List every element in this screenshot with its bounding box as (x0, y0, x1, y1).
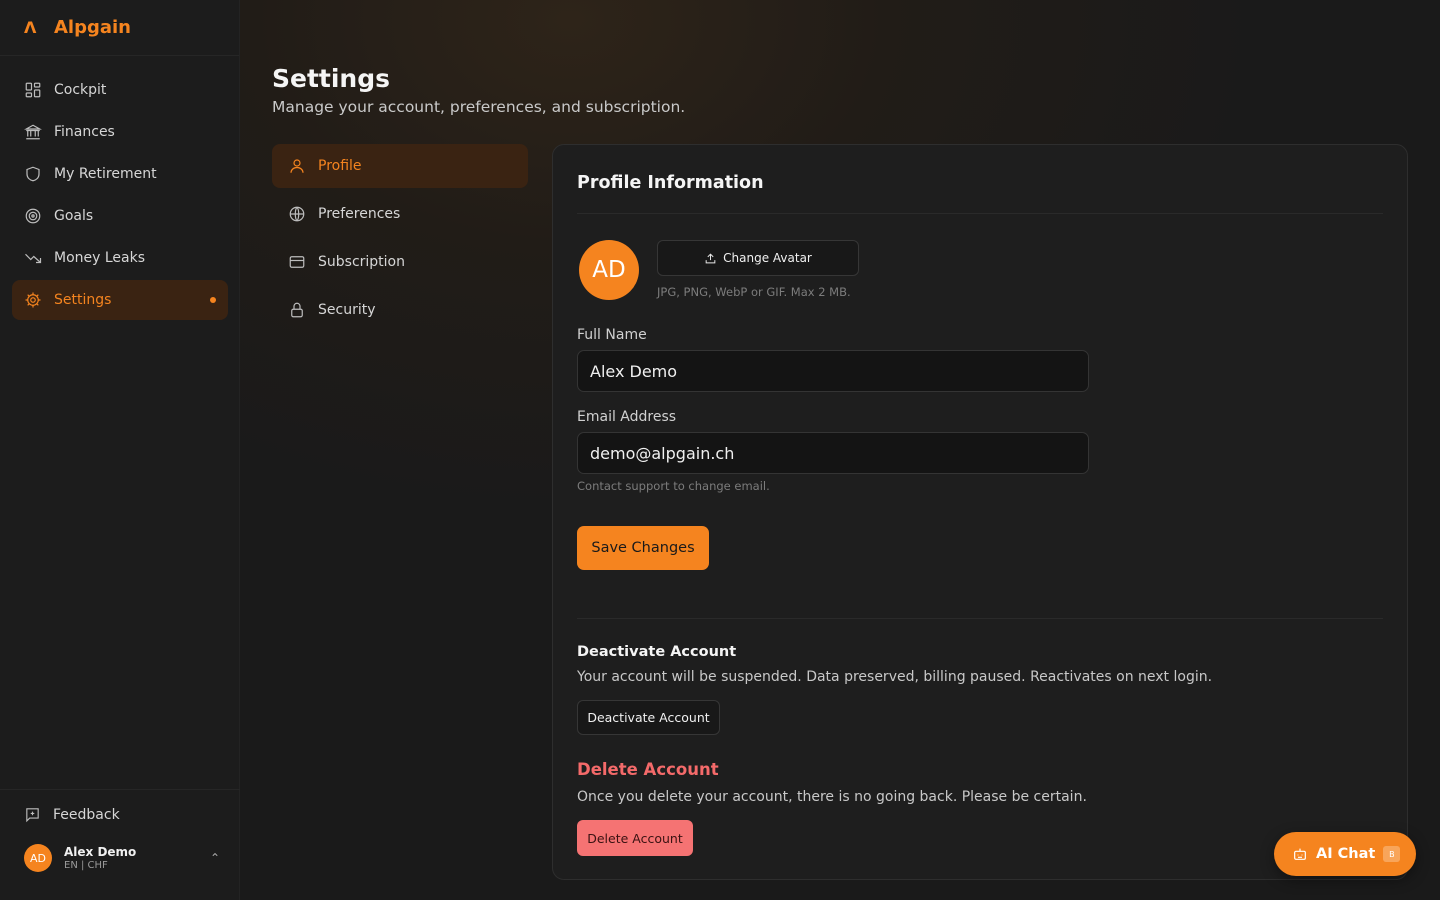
sidebar-item-label: Goals (54, 208, 94, 224)
alpgain-logo-icon: Λ (24, 18, 37, 37)
full-name-label: Full Name (577, 327, 647, 343)
shield-icon (26, 166, 40, 182)
sidebar-item-settings[interactable]: Settings (12, 280, 228, 320)
globe-icon (289, 206, 305, 222)
profile-card: Profile Information AD Change Avatar JPG… (552, 144, 1408, 880)
main-nav: Cockpit Finances My Retirement Goals Mon… (12, 70, 228, 322)
sidebar: Λ Alpgain Cockpit Finances My Retirement… (0, 0, 240, 900)
deactivate-title: Deactivate Account (577, 644, 737, 660)
change-avatar-button[interactable]: Change Avatar (657, 240, 859, 276)
user-name: Alex Demo (64, 845, 137, 859)
deactivate-button-label: Deactivate Account (587, 710, 710, 725)
divider (577, 213, 1383, 214)
bank-icon (24, 124, 42, 140)
sidebar-footer: Feedback AD Alex Demo EN | CHF ⌃ (0, 789, 240, 900)
deactivate-account-button[interactable]: Deactivate Account (577, 700, 720, 735)
full-name-input[interactable]: Alex Demo (577, 350, 1089, 392)
credit-card-icon (289, 256, 305, 268)
tab-profile[interactable]: Profile (272, 144, 528, 188)
tab-subscription[interactable]: Subscription (272, 240, 528, 284)
card-title: Profile Information (577, 173, 764, 193)
email-hint: Contact support to change email. (577, 479, 770, 493)
sidebar-item-label: My Retirement (54, 166, 157, 182)
profile-avatar: AD (579, 240, 639, 300)
email-label: Email Address (577, 409, 677, 425)
robot-icon (1294, 848, 1306, 860)
tab-label: Subscription (318, 254, 405, 270)
user-icon (290, 159, 304, 173)
upload-icon (705, 252, 716, 263)
sidebar-item-my-retirement[interactable]: My Retirement (12, 154, 228, 194)
chevron-up-icon: ⌃ (209, 851, 220, 865)
deactivate-text: Your account will be suspended. Data pre… (577, 669, 1213, 685)
lock-icon (291, 302, 303, 318)
ai-chat-label: AI Chat (1316, 846, 1376, 862)
sidebar-item-label: Settings (54, 292, 112, 308)
sidebar-item-label: Finances (54, 124, 115, 140)
page-title: Settings (272, 64, 391, 93)
settings-nav: Profile Preferences Subscription Securit… (272, 144, 528, 336)
feedback-icon (26, 808, 39, 823)
sidebar-item-finances[interactable]: Finances (12, 112, 228, 152)
main-content: Settings Manage your account, preference… (240, 0, 1440, 900)
feedback-label: Feedback (53, 806, 120, 823)
tab-label: Security (318, 302, 376, 318)
tab-label: Preferences (318, 206, 401, 222)
grid-icon (25, 82, 41, 98)
sidebar-item-cockpit[interactable]: Cockpit (12, 70, 228, 110)
user-locale: EN | CHF (64, 860, 108, 871)
delete-account-button[interactable]: Delete Account (577, 820, 693, 856)
change-avatar-label: Change Avatar (723, 251, 812, 265)
sidebar-item-label: Money Leaks (54, 250, 146, 266)
delete-text: Once you delete your account, there is n… (577, 789, 1087, 805)
beta-badge: B (1383, 846, 1401, 862)
page-subtitle: Manage your account, preferences, and su… (272, 98, 686, 116)
feedback-button[interactable]: Feedback (24, 806, 120, 823)
active-indicator-dot (210, 297, 216, 303)
sidebar-item-money-leaks[interactable]: Money Leaks (12, 238, 228, 278)
gear-icon (25, 292, 41, 308)
divider (577, 618, 1383, 619)
tab-label: Profile (318, 158, 362, 174)
avatar-hint: JPG, PNG, WebP or GIF. Max 2 MB. (657, 285, 851, 299)
delete-title: Delete Account (577, 760, 719, 779)
ai-chat-button[interactable]: AI Chat B (1274, 832, 1416, 876)
tab-preferences[interactable]: Preferences (272, 192, 528, 236)
brand[interactable]: Λ Alpgain (0, 0, 239, 56)
email-input[interactable]: demo@alpgain.ch (577, 432, 1089, 474)
brand-name: Alpgain (54, 17, 132, 38)
save-changes-button[interactable]: Save Changes (577, 526, 709, 570)
trending-down-icon (25, 253, 42, 264)
target-icon (25, 208, 41, 224)
user-menu[interactable]: AD Alex Demo EN | CHF ⌃ (24, 844, 220, 872)
sidebar-item-goals[interactable]: Goals (12, 196, 228, 236)
tab-security[interactable]: Security (272, 288, 528, 332)
user-info: Alex Demo EN | CHF (64, 845, 136, 871)
sidebar-item-label: Cockpit (54, 82, 107, 98)
avatar: AD (24, 844, 52, 872)
